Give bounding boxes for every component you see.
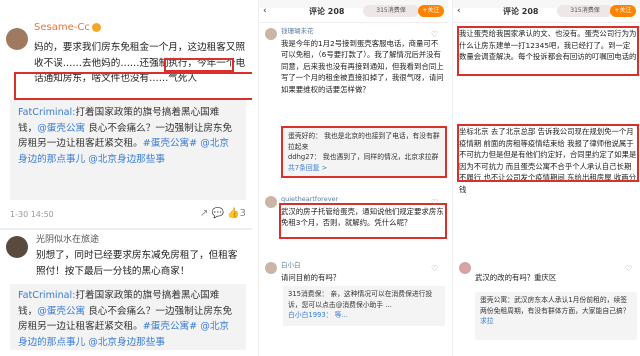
more-replies-link[interactable]: 求拉 bbox=[480, 316, 632, 327]
repost-author[interactable]: FatCriminal: bbox=[18, 290, 75, 301]
divider bbox=[259, 22, 448, 23]
like-icon[interactable]: ♡ bbox=[431, 30, 438, 39]
mention-link[interactable]: @北京身边那些事 bbox=[88, 337, 165, 348]
post-meta: 1-30 14:50 ↗ 💬 👍3 bbox=[10, 208, 246, 219]
repost-author[interactable]: FatCriminal: bbox=[18, 107, 75, 118]
avatar[interactable] bbox=[6, 236, 28, 258]
post-username[interactable]: Sesame-Cc bbox=[34, 22, 101, 33]
weibo-posts-panel: Sesame-Cc 妈的，要求我们房东免租金一个月，这边租客又照收不误……去他妈… bbox=[0, 0, 252, 356]
comments-header: ‹ 评论 208 315消费保 +关注 bbox=[259, 4, 448, 20]
badge-icon bbox=[91, 22, 101, 32]
comment-text: 我是今年的1月2号接到蛋壳客服电话，商量可不可以免租，（6号要打款了）。我了解情… bbox=[281, 38, 444, 94]
comments-title: 评论 208 bbox=[503, 7, 539, 16]
divider bbox=[0, 228, 252, 230]
avatar[interactable] bbox=[265, 196, 277, 208]
username-text[interactable]: Sesame-Cc bbox=[34, 22, 90, 33]
mention-link[interactable]: @蛋壳公寓 bbox=[37, 306, 85, 317]
comment: 白小白 请问目前的有吗？ bbox=[281, 260, 445, 283]
comments-panel-1: ‹ 评论 208 315消费保 +关注 钱珊瑚未花 我是今年的1月2号接到蛋壳客… bbox=[258, 0, 448, 356]
more-replies-link[interactable]: 白小白1993： 等... bbox=[288, 310, 440, 321]
comments-title: 评论 208 bbox=[309, 7, 345, 16]
back-icon[interactable]: ‹ bbox=[457, 6, 461, 16]
back-icon[interactable]: ‹ bbox=[263, 6, 267, 16]
like-icon[interactable]: ♡ bbox=[431, 264, 438, 273]
comment-author[interactable]: 钱珊瑚未花 bbox=[281, 26, 445, 38]
follow-button[interactable]: +关注 bbox=[418, 5, 444, 17]
highlight-box bbox=[14, 72, 252, 100]
reply-text: 蛋壳公寓：武汉房东本人承认1月份前租的，续签两份免租周期，有没有群体方面，大家能… bbox=[480, 296, 630, 315]
highlight-box bbox=[457, 26, 639, 76]
post-text: 别想了，同时已经要求房东减免房租了，但租客照付！按下最后一分钱的黑心商家！ bbox=[36, 250, 238, 277]
repost-block: FatCriminal:打着国家政策的旗号搞着黑心国难钱，@蛋壳公寓 良心不会痛… bbox=[10, 284, 246, 350]
reply-text: 315消费保： 亲，这种情况可以在消费保进行投诉，您可以点击@消费保小助手 ..… bbox=[288, 290, 433, 309]
hashtag-link[interactable]: #蛋壳公寓# bbox=[143, 138, 197, 149]
screenshot-collage: Sesame-Cc 妈的，要求我们房东免租金一个月，这边租客又照收不误……去他妈… bbox=[0, 0, 640, 356]
reply-thread[interactable]: 315消费保： 亲，这种情况可以在消费保进行投诉，您可以点击@消费保小助手 ..… bbox=[283, 286, 445, 326]
comment-text: 请问目前的有吗？ bbox=[281, 272, 341, 282]
post-actions[interactable]: ↗ 💬 👍3 bbox=[200, 208, 246, 219]
mention-link[interactable]: @北京身边那些事 bbox=[88, 154, 165, 165]
highlight-box bbox=[281, 126, 447, 178]
highlight-box bbox=[457, 124, 639, 182]
account-badge[interactable]: 315消费保 bbox=[363, 5, 419, 17]
avatar[interactable] bbox=[265, 28, 277, 40]
hashtag-link[interactable]: #蛋壳公寓# bbox=[143, 321, 197, 332]
comment-text: 武汉的改的有吗？重庆区 bbox=[475, 273, 557, 282]
like-icon[interactable]: ♡ bbox=[625, 264, 632, 273]
follow-button[interactable]: +关注 bbox=[610, 5, 636, 17]
repost-block: FatCriminal:打着国家政策的旗号搞着黑心国难钱，@蛋壳公寓 良心不会痛… bbox=[10, 100, 246, 200]
highlight-box bbox=[279, 203, 447, 239]
comment: 钱珊瑚未花 我是今年的1月2号接到蛋壳客服电话，商量可不可以免租，（6号要打款了… bbox=[281, 26, 445, 96]
like-icon[interactable]: ♡ bbox=[431, 198, 438, 207]
post-username[interactable]: 光阴似水在旅途 bbox=[36, 232, 99, 245]
comments-header: ‹ 评论 208 315消费保 +关注 bbox=[453, 4, 640, 20]
avatar[interactable] bbox=[6, 28, 28, 50]
avatar[interactable] bbox=[459, 262, 471, 274]
mention-link[interactable]: @蛋壳公寓 bbox=[37, 123, 85, 134]
reply-thread[interactable]: 蛋壳公寓：武汉房东本人承认1月份前租的，续签两份免租周期，有没有群体方面，大家能… bbox=[475, 292, 637, 340]
avatar[interactable] bbox=[265, 262, 277, 274]
post-time: 1-30 14:50 bbox=[10, 210, 54, 219]
comment-author[interactable]: 白小白 bbox=[281, 260, 445, 272]
highlight-box bbox=[164, 58, 234, 72]
divider bbox=[453, 22, 640, 23]
comments-panel-2: ‹ 评论 208 315消费保 +关注 我让蛋壳给我国家承认的文、也没有。蛋壳公… bbox=[452, 0, 640, 356]
comment: 武汉的改的有吗？重庆区 bbox=[475, 272, 637, 284]
account-badge[interactable]: 315消费保 bbox=[557, 5, 613, 17]
